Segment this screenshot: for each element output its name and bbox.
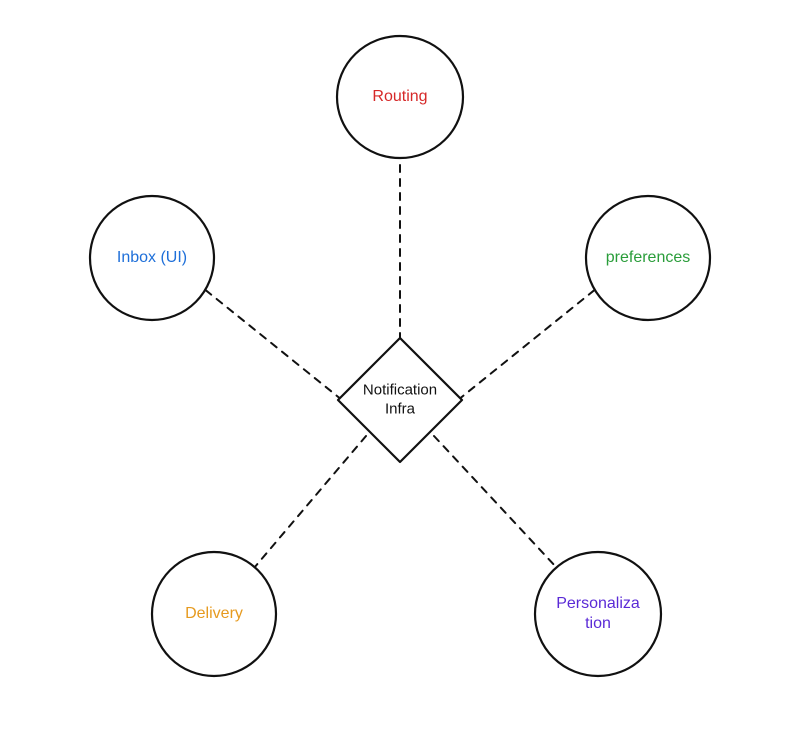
center-label: Notification Infra xyxy=(363,381,437,419)
edge-preferences xyxy=(458,288,597,400)
edge-delivery xyxy=(254,436,366,568)
node-personalization-label: Personaliza tion xyxy=(556,594,640,634)
edge-inbox xyxy=(203,288,342,400)
node-delivery-label: Delivery xyxy=(185,604,243,624)
node-inbox-label: Inbox (UI) xyxy=(117,248,187,268)
node-routing-label: Routing xyxy=(372,87,427,107)
diagram-svg xyxy=(0,0,800,729)
edge-personalization xyxy=(434,436,557,568)
diagram-canvas: Notification Infra Routing preferences P… xyxy=(0,0,800,729)
node-preferences-label: preferences xyxy=(606,248,691,268)
